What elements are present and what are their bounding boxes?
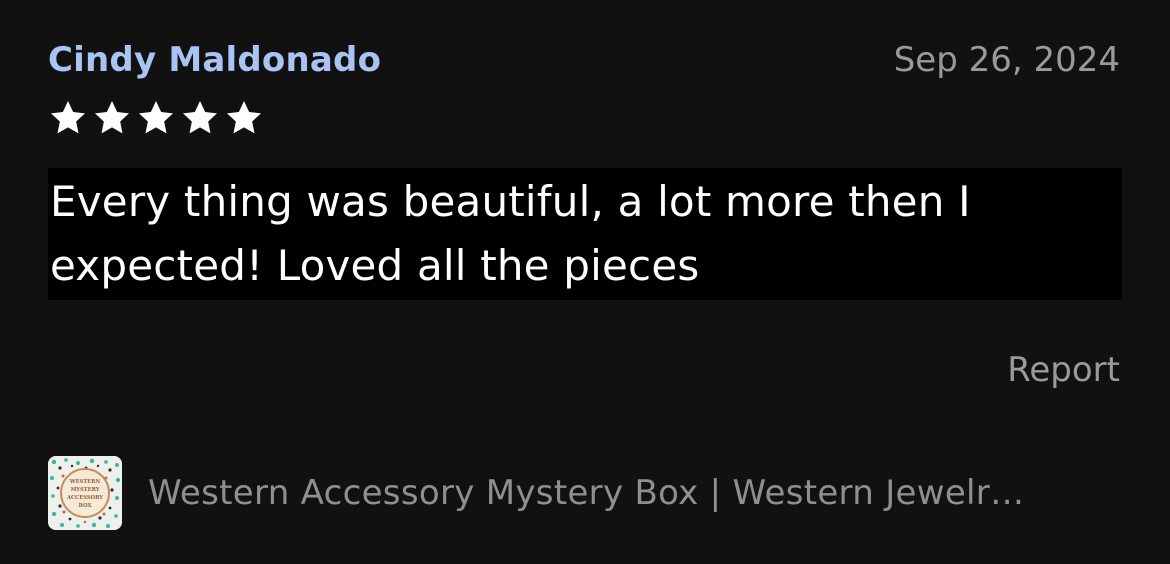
- listing-thumbnail[interactable]: WESTERN MYSTERY ACCESSORY BOX: [48, 456, 122, 530]
- listing-title[interactable]: Western Accessory Mystery Box | Western …: [148, 473, 1108, 513]
- listing-link[interactable]: WESTERN MYSTERY ACCESSORY BOX Western Ac…: [48, 456, 1108, 530]
- review-date: Sep 26, 2024: [893, 40, 1120, 80]
- svg-text:ACCESSORY: ACCESSORY: [66, 495, 103, 501]
- star-icon: [95, 101, 129, 134]
- review-text: Every thing was beautiful, a lot more th…: [48, 168, 1122, 300]
- mystery-box-thumbnail-image: WESTERN MYSTERY ACCESSORY BOX: [48, 456, 122, 530]
- star-icon: [139, 101, 173, 134]
- star-rating: [48, 98, 264, 138]
- star-icon: [51, 101, 85, 134]
- star-icon: [183, 101, 217, 134]
- svg-text:BOX: BOX: [79, 503, 93, 509]
- reviewer-name-link[interactable]: Cindy Maldonado: [48, 40, 381, 80]
- svg-text:WESTERN: WESTERN: [69, 479, 101, 485]
- svg-text:MYSTERY: MYSTERY: [71, 487, 100, 493]
- report-button[interactable]: Report: [1007, 350, 1120, 390]
- star-icon: [227, 101, 261, 134]
